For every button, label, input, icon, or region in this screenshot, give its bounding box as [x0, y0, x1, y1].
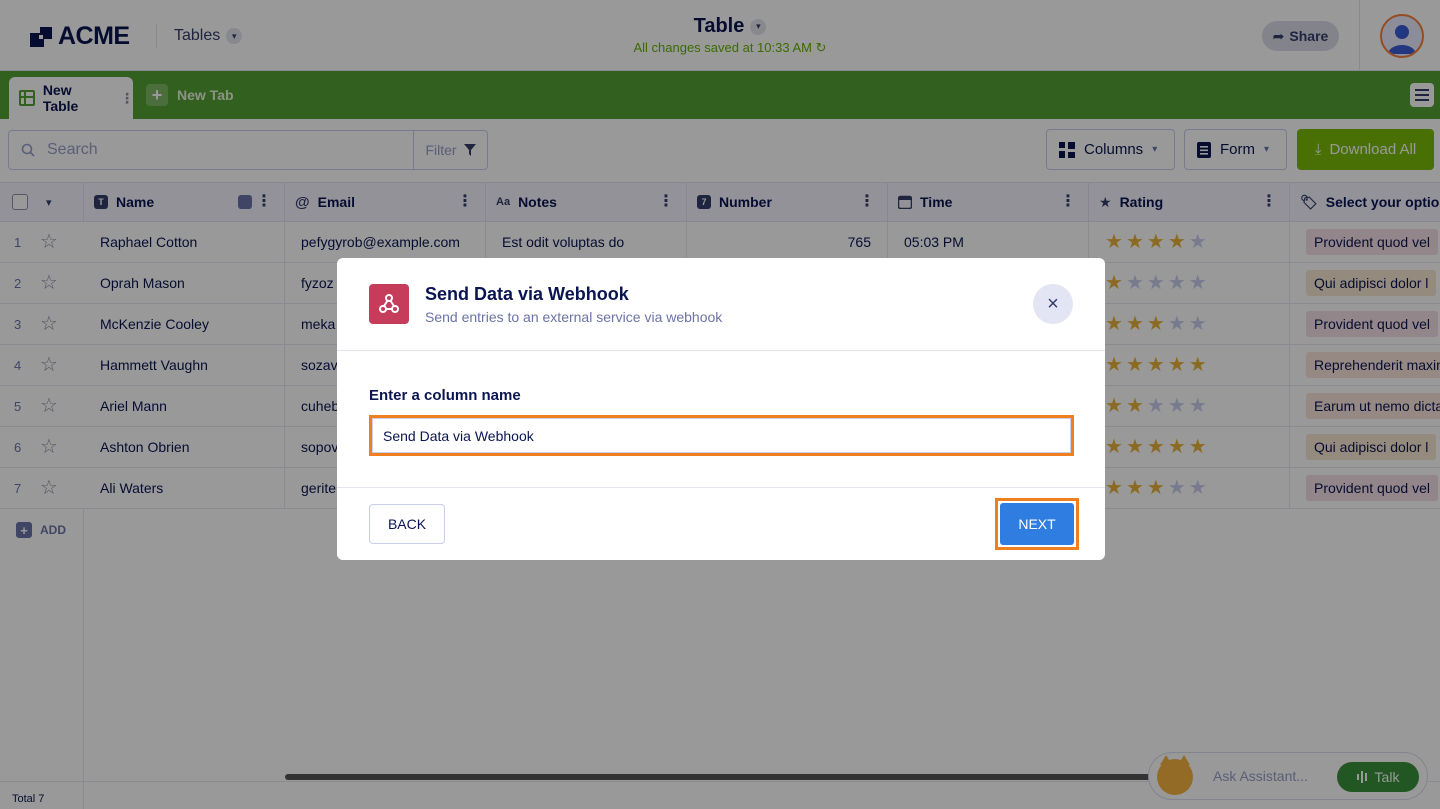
- column-name-label: Enter a column name: [369, 387, 521, 404]
- next-button[interactable]: NEXT: [1000, 503, 1074, 545]
- webhook-modal: Send Data via Webhook Send entries to an…: [337, 258, 1105, 560]
- modal-subtitle: Send entries to an external service via …: [425, 309, 723, 325]
- modal-title: Send Data via Webhook: [425, 284, 629, 304]
- modal-divider: [337, 487, 1105, 488]
- webhook-icon: [369, 284, 409, 324]
- close-icon[interactable]: ×: [1033, 284, 1073, 324]
- next-button-highlight: NEXT: [995, 498, 1079, 550]
- modal-divider: [337, 350, 1105, 351]
- column-name-input[interactable]: [372, 418, 1071, 453]
- back-button[interactable]: BACK: [369, 504, 445, 544]
- column-name-field-highlight: [369, 415, 1074, 456]
